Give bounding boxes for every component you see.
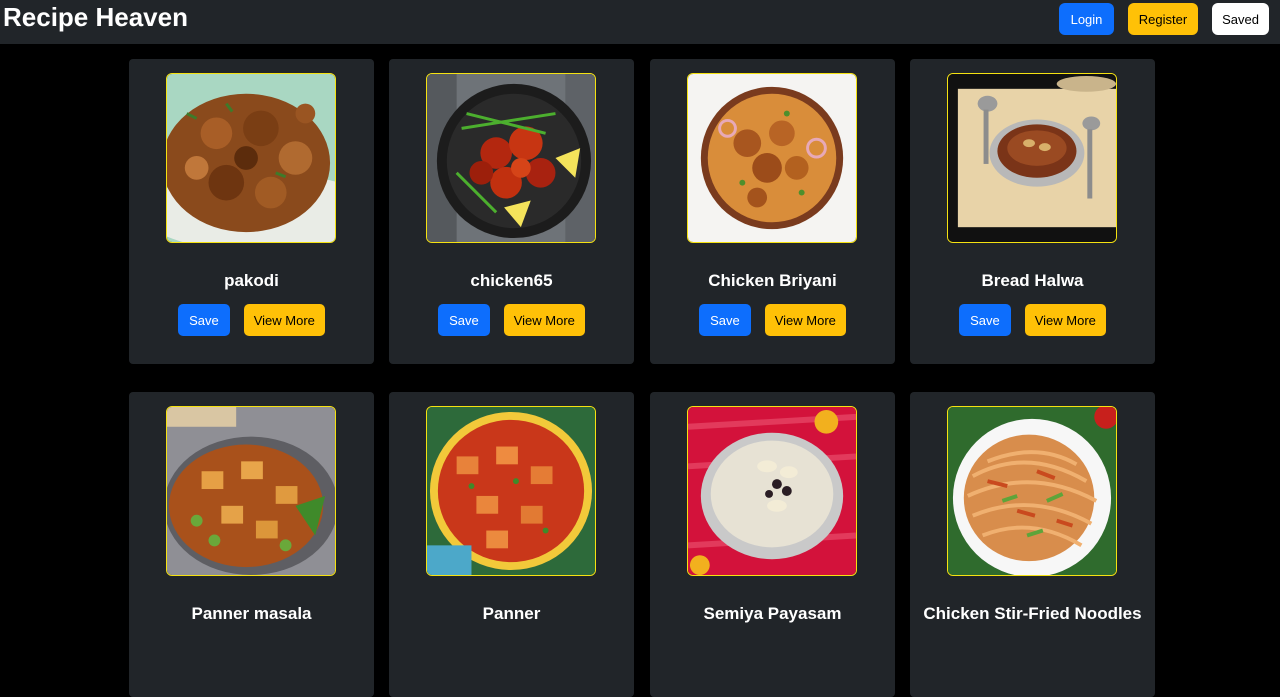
recipe-title: chicken65 — [470, 271, 553, 290]
recipe-title: pakodi — [224, 271, 279, 290]
save-button[interactable]: Save — [959, 304, 1011, 336]
register-button[interactable]: Register — [1128, 3, 1198, 35]
view-more-button[interactable]: View More — [243, 304, 325, 336]
navbar: Recipe Heaven Login Register Saved — [0, 0, 1280, 44]
save-button[interactable]: Save — [699, 304, 751, 336]
recipe-image-chicken-briyani — [687, 73, 857, 243]
recipe-card: Panner — [389, 392, 634, 697]
recipe-image-semiya-payasam — [687, 406, 857, 576]
recipe-title: Semiya Payasam — [703, 604, 842, 623]
recipe-image-chicken65 — [426, 73, 596, 243]
recipe-image-bread-halwa — [947, 73, 1117, 243]
save-button[interactable]: Save — [178, 304, 230, 336]
recipe-image-pakodi — [166, 73, 336, 243]
view-more-button[interactable]: View More — [503, 304, 585, 336]
brand-title[interactable]: Recipe Heaven — [3, 2, 188, 32]
recipe-card: Semiya Payasam — [650, 392, 895, 697]
card-actions: Save View More — [650, 304, 895, 336]
recipe-title: Chicken Stir-Fried Noodles — [923, 604, 1142, 623]
recipe-image-panner — [426, 406, 596, 576]
card-actions: Save View More — [129, 304, 374, 336]
login-button[interactable]: Login — [1059, 3, 1114, 35]
recipe-card: pakodi Save View More — [129, 59, 374, 364]
view-more-button[interactable]: View More — [1024, 304, 1106, 336]
card-actions: Save View More — [389, 304, 634, 336]
save-button[interactable]: Save — [438, 304, 490, 336]
recipe-title: Bread Halwa — [981, 271, 1084, 290]
card-actions: Save View More — [910, 304, 1155, 336]
recipe-image-chicken-noodles — [947, 406, 1117, 576]
saved-button[interactable]: Saved — [1212, 3, 1269, 35]
view-more-button[interactable]: View More — [764, 304, 846, 336]
recipe-card: chicken65 Save View More — [389, 59, 634, 364]
recipe-title: Panner — [482, 604, 541, 623]
recipe-card: Chicken Stir-Fried Noodles — [910, 392, 1155, 697]
recipe-card: Chicken Briyani Save View More — [650, 59, 895, 364]
recipe-card: Bread Halwa Save View More — [910, 59, 1155, 364]
recipe-title: Panner masala — [191, 604, 312, 623]
recipe-image-panner-masala — [166, 406, 336, 576]
recipe-title: Chicken Briyani — [708, 271, 837, 290]
recipe-card: Panner masala — [129, 392, 374, 697]
